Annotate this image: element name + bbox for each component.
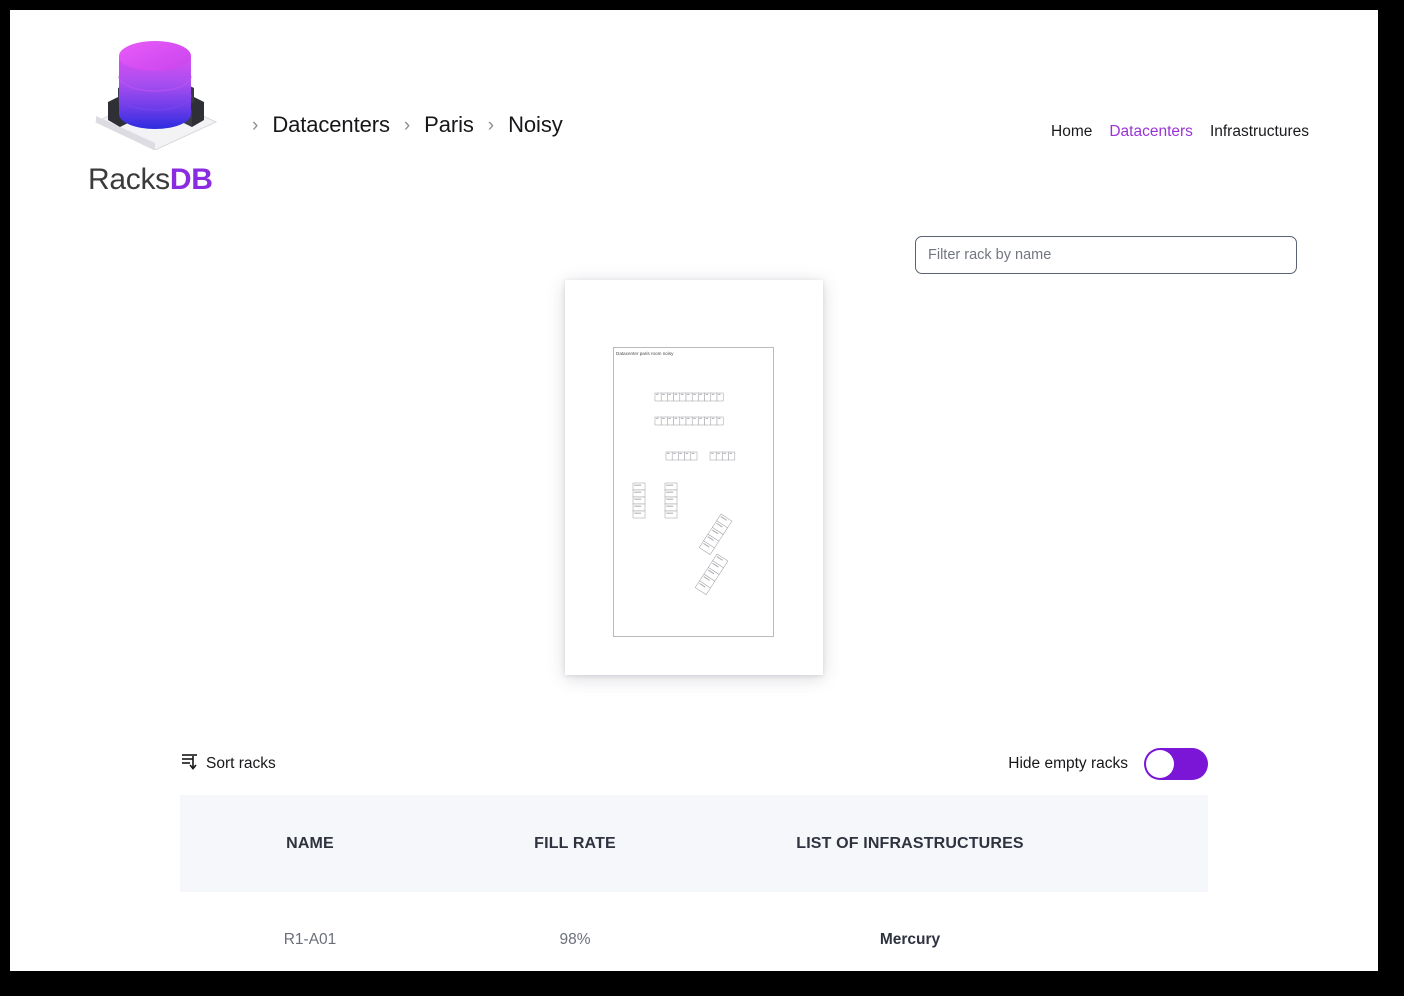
- cell-rack-name: R1-A01: [283, 930, 337, 948]
- breadcrumb: › Datacenters › Paris › Noisy: [238, 100, 563, 150]
- datacenter-floorplan-card[interactable]: Datacenter paris room noisy: [565, 280, 823, 675]
- page-header: RacksDB › Datacenters › Paris › Noisy Ho…: [10, 10, 1378, 210]
- floorplan-rack-row[interactable]: [709, 451, 736, 461]
- cell-fill-rate: 98%: [559, 930, 591, 948]
- hide-empty-racks-label: Hide empty racks: [1008, 755, 1128, 772]
- floorplan-rack[interactable]: [632, 496, 646, 505]
- floorplan-rack-row[interactable]: [654, 416, 724, 426]
- database-cylinder-rack-icon: [88, 30, 223, 151]
- nav-link-infrastructures[interactable]: Infrastructures: [1210, 123, 1309, 141]
- breadcrumb-item-paris[interactable]: Paris: [424, 112, 474, 138]
- table-row[interactable]: R1-A01 98% Mercury: [180, 892, 1208, 971]
- nav-link-home[interactable]: Home: [1051, 123, 1092, 141]
- floorplan-rack-row[interactable]: [654, 392, 724, 402]
- floorplan-title: Datacenter paris room noisy: [616, 351, 674, 356]
- breadcrumb-separator: ›: [403, 114, 411, 136]
- top-navigation: Home Datacenters Infrastructures: [1051, 123, 1309, 141]
- nav-link-datacenters[interactable]: Datacenters: [1109, 123, 1193, 141]
- floorplan-rack[interactable]: [664, 482, 678, 491]
- floorplan-rack[interactable]: [632, 482, 646, 491]
- floorplan-rack[interactable]: [664, 503, 678, 512]
- breadcrumb-separator: ›: [252, 114, 259, 136]
- table-header-row: NAME FILL RATE LIST OF INFRASTRUCTURES: [180, 795, 1208, 892]
- brand-logo[interactable]: RacksDB: [88, 30, 238, 197]
- floorplan-rack[interactable]: [632, 489, 646, 498]
- brand-name-prefix: Racks: [88, 163, 170, 196]
- racks-table: NAME FILL RATE LIST OF INFRASTRUCTURES R…: [180, 795, 1208, 971]
- floorplan-rack-row[interactable]: [632, 482, 646, 519]
- datacenter-floorplan-drawing: Datacenter paris room noisy: [613, 347, 774, 637]
- floorplan-rack[interactable]: [664, 510, 678, 519]
- hide-empty-racks-toggle[interactable]: [1144, 748, 1208, 780]
- sort-racks-label: Sort racks: [206, 754, 276, 772]
- floorplan-rack-row[interactable]: [665, 451, 698, 461]
- cell-infrastructures[interactable]: Mercury: [710, 931, 1110, 949]
- floorplan-rack[interactable]: [632, 510, 646, 519]
- brand-wordmark: RacksDB: [88, 163, 213, 197]
- app-page: RacksDB › Datacenters › Paris › Noisy Ho…: [10, 10, 1378, 971]
- sort-racks-button[interactable]: Sort racks: [180, 750, 276, 777]
- column-header-fill-rate[interactable]: FILL RATE: [440, 835, 710, 853]
- filter-rack-input[interactable]: [915, 236, 1297, 274]
- breadcrumb-separator: ›: [487, 114, 495, 136]
- column-header-name[interactable]: NAME: [180, 835, 440, 853]
- sort-descending-icon: [180, 750, 202, 777]
- breadcrumb-item-noisy[interactable]: Noisy: [508, 112, 563, 138]
- column-header-list-of-infrastructures[interactable]: LIST OF INFRASTRUCTURES: [710, 835, 1110, 853]
- hide-empty-racks-control: Hide empty racks: [1008, 748, 1208, 780]
- floorplan-rack[interactable]: [632, 503, 646, 512]
- floorplan-rack-row[interactable]: [664, 482, 678, 519]
- rack-list-controls: Sort racks Hide empty racks: [180, 748, 1208, 792]
- brand-name-suffix: DB: [169, 163, 213, 196]
- breadcrumb-item-datacenters[interactable]: Datacenters: [272, 112, 390, 138]
- filter-rack-field: [915, 236, 1297, 274]
- toggle-knob: [1146, 750, 1174, 778]
- floorplan-rack[interactable]: [664, 489, 678, 498]
- floorplan-rack[interactable]: [664, 496, 678, 505]
